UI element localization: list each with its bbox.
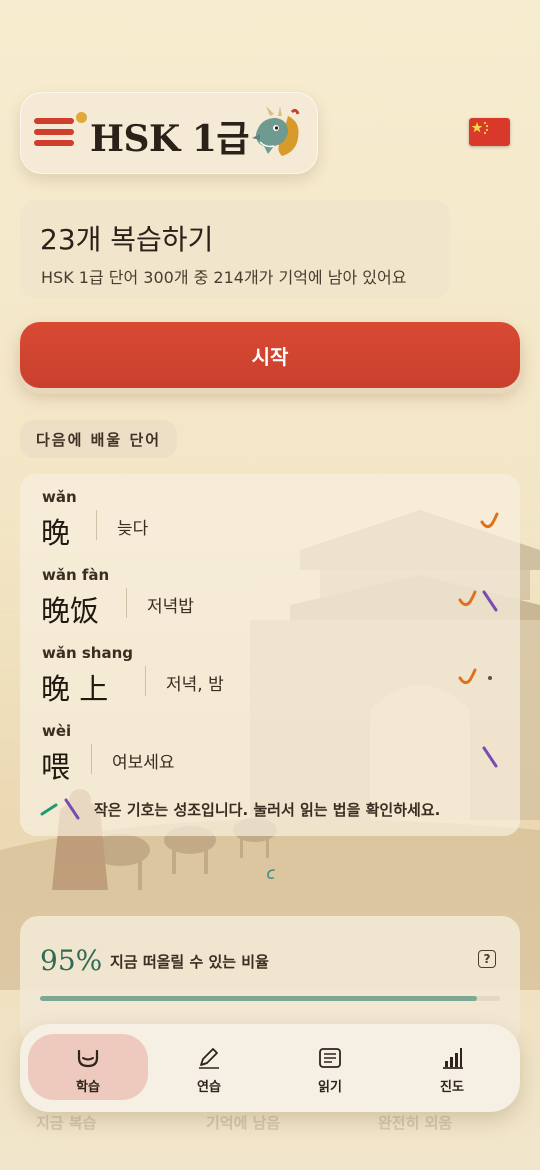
review-title: 23개 복습하기: [40, 223, 214, 256]
word-row[interactable]: wǎn shang 晚 上 저녁, 밤: [20, 644, 520, 720]
word-pinyin: wèi: [42, 722, 72, 740]
stat-label: 완전히 외움: [378, 1114, 453, 1132]
nav-item-practice[interactable]: 연습: [149, 1034, 269, 1100]
word-list-card: wǎn 晚 늦다 wǎn fàn 晚饭 저녁밥 wǎn shang 晚 上 저녁…: [20, 474, 520, 836]
recall-progress-fill: [40, 996, 477, 1001]
word-pinyin: wǎn: [42, 488, 77, 506]
tone-marks-icon[interactable]: [478, 508, 502, 538]
nav-item-read[interactable]: 읽기: [270, 1034, 390, 1100]
recall-progress-bar: [40, 996, 500, 1001]
divider: [126, 588, 127, 618]
bottom-nav: 학습 연습 읽기 진도: [20, 1024, 520, 1112]
word-meaning: 늦다: [117, 519, 149, 539]
word-meaning: 저녁밥: [147, 597, 194, 617]
notification-dot: [76, 112, 87, 123]
nav-label: 읽기: [318, 1080, 342, 1095]
word-row[interactable]: wǎn fàn 晚饭 저녁밥: [20, 566, 520, 642]
tone-legend-text: 작은 기호는 성조입니다. 눌러서 읽는 법을 확인하세요.: [94, 801, 441, 819]
word-pinyin: wǎn shang: [42, 644, 134, 662]
nav-item-progress[interactable]: 진도: [392, 1034, 512, 1100]
word-hanzi: 晚 上: [41, 672, 109, 706]
recall-label: 지금 떠올릴 수 있는 비율: [110, 953, 269, 971]
word-hanzi: 晚饭: [41, 594, 100, 628]
tone-legend: 작은 기호는 성조입니다. 눌러서 읽는 법을 확인하세요.: [40, 796, 510, 822]
word-row[interactable]: wǎn 晚 늦다: [20, 488, 520, 564]
word-meaning: 저녁, 밤: [166, 675, 224, 695]
stat-label: 기억에 남음: [206, 1114, 281, 1132]
stat-labels: 지금 복습 기억에 남음 완전히 외움: [0, 1112, 540, 1142]
tone-marks-icon[interactable]: [478, 742, 502, 772]
tone-marks-icon[interactable]: [456, 586, 502, 616]
dragon-icon: [252, 106, 300, 156]
nav-item-learn[interactable]: 학습: [28, 1034, 148, 1100]
nav-label: 연습: [197, 1080, 221, 1095]
menu-icon[interactable]: [34, 112, 87, 152]
word-hanzi: 晚: [41, 516, 71, 550]
title-pill[interactable]: HSK 1급: [20, 92, 318, 174]
tone-legend-icon: [40, 798, 80, 820]
divider: [96, 510, 97, 540]
pencil-icon: [199, 1048, 219, 1069]
divider: [91, 744, 92, 774]
mouth-icon: [77, 1049, 99, 1068]
help-icon[interactable]: ?: [478, 950, 496, 968]
tone-marks-icon[interactable]: [456, 664, 502, 694]
stat-label: 지금 복습: [36, 1114, 97, 1132]
recall-percent: 95%: [40, 944, 103, 977]
word-row[interactable]: wèi 喂 여보세요: [20, 722, 520, 798]
word-hanzi: 喂: [41, 750, 71, 784]
word-pinyin: wǎn fàn: [42, 566, 110, 584]
next-words-heading: 다음에 배울 단어: [20, 420, 178, 458]
chart-icon: [443, 1048, 463, 1069]
review-card: 23개 복습하기 HSK 1급 단어 300개 중 214개가 기억에 남아 있…: [20, 200, 450, 298]
china-flag-icon[interactable]: [469, 118, 510, 146]
nav-label: 학습: [76, 1080, 100, 1095]
reading-icon: [319, 1048, 341, 1068]
start-button[interactable]: 시작: [20, 322, 520, 388]
word-meaning: 여보세요: [112, 753, 175, 773]
divider: [145, 666, 146, 696]
review-subtitle: HSK 1급 단어 300개 중 214개가 기억에 남아 있어요: [41, 268, 407, 287]
app-title: HSK 1급: [90, 118, 250, 160]
nav-label: 진도: [440, 1080, 464, 1095]
loading-icon: [267, 869, 275, 879]
